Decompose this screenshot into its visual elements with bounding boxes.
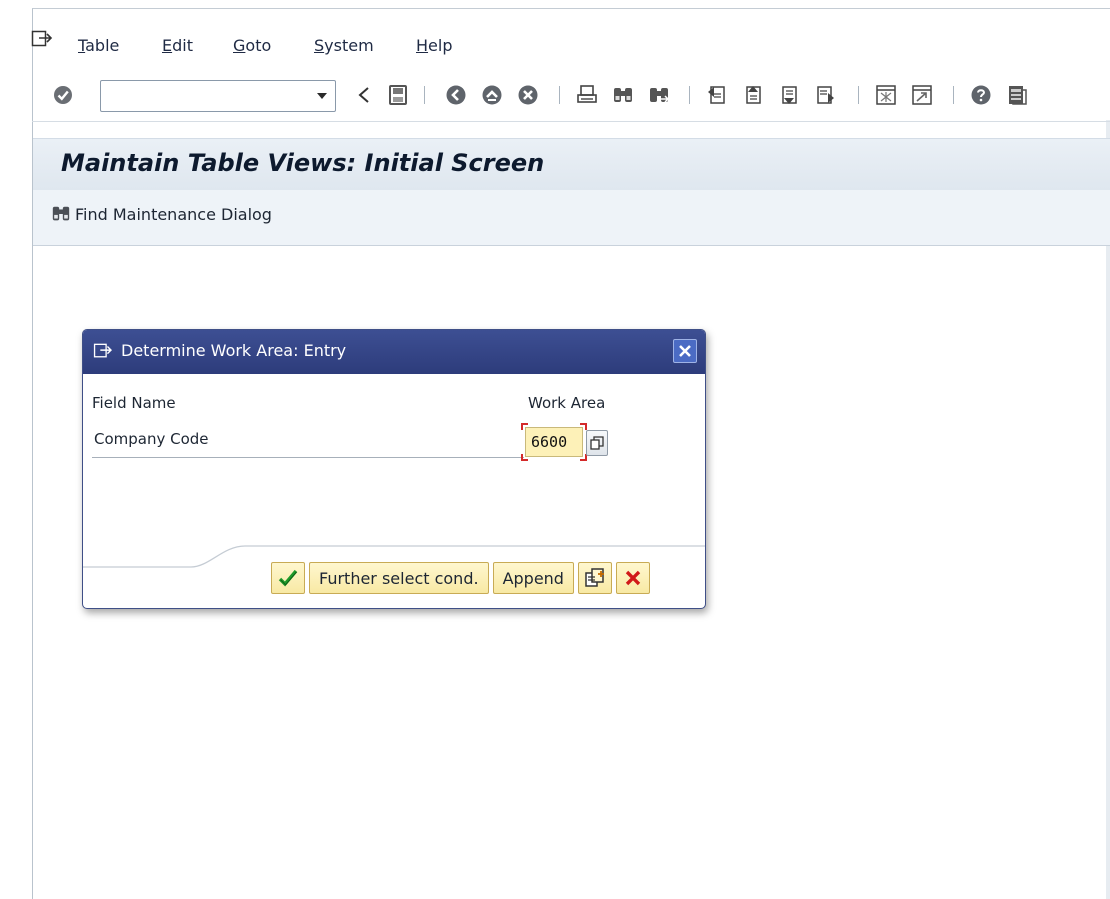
chevron-down-icon[interactable]	[317, 93, 327, 99]
field-underline	[92, 457, 524, 458]
cancel-icon[interactable]	[517, 84, 539, 106]
work-area-dialog: Determine Work Area: Entry Field Name Wo…	[82, 329, 706, 609]
work-area-field[interactable]	[525, 427, 583, 457]
append-button[interactable]: Append	[492, 562, 574, 594]
dialog-menu-icon[interactable]	[93, 343, 113, 359]
field-name-header: Field Name	[92, 394, 176, 412]
find-maintenance-dialog-button[interactable]: Find Maintenance Dialog	[51, 204, 272, 224]
menu-goto[interactable]: Goto	[233, 36, 271, 55]
further-select-cond-button[interactable]: Further select cond.	[309, 562, 489, 594]
screen-title-bar: Maintain Table Views: Initial Screen	[33, 138, 1110, 190]
dialog-header: Determine Work Area: Entry	[83, 330, 705, 374]
find-icon[interactable]	[612, 84, 634, 106]
toolbar-separator	[689, 86, 690, 104]
system-menu-icon[interactable]	[31, 30, 53, 48]
company-code-input[interactable]	[526, 428, 582, 456]
value-help-button[interactable]	[586, 430, 608, 456]
previous-page-icon[interactable]	[742, 84, 764, 106]
page-title: Maintain Table Views: Initial Screen	[61, 149, 545, 177]
back-nav-icon[interactable]	[445, 84, 467, 106]
new-entries-button[interactable]	[577, 562, 612, 594]
menu-table[interactable]: Table	[78, 36, 119, 55]
toolbar-separator	[559, 86, 560, 104]
exit-icon[interactable]	[481, 84, 503, 106]
close-icon	[679, 345, 691, 357]
back-icon[interactable]	[354, 84, 376, 106]
print-icon[interactable]	[576, 84, 598, 106]
enter-icon[interactable]	[52, 84, 74, 106]
checkmark-icon	[278, 569, 298, 587]
save-icon[interactable]	[387, 84, 409, 106]
confirm-button[interactable]	[271, 562, 305, 594]
work-area-header: Work Area	[528, 394, 606, 412]
help-icon[interactable]	[970, 84, 992, 106]
command-field[interactable]	[100, 80, 336, 112]
copy-icon	[590, 436, 604, 450]
layout-icon[interactable]	[1006, 84, 1028, 106]
company-code-label: Company Code	[94, 430, 209, 448]
menu-system[interactable]: System	[314, 36, 374, 55]
toolbar-separator	[858, 86, 859, 104]
last-page-icon[interactable]	[814, 84, 836, 106]
next-page-icon[interactable]	[778, 84, 800, 106]
menu-edit[interactable]: Edit	[162, 36, 193, 55]
dialog-button-row: Further select cond. Append	[271, 562, 650, 594]
focus-corner	[521, 454, 528, 461]
dialog-close-button[interactable]	[673, 339, 697, 363]
create-session-icon[interactable]	[875, 84, 897, 106]
command-input[interactable]	[101, 81, 301, 111]
find-maintenance-dialog-label: Find Maintenance Dialog	[75, 204, 272, 224]
dialog-title: Determine Work Area: Entry	[121, 341, 347, 360]
new-entry-icon	[585, 568, 604, 587]
cancel-x-icon	[625, 570, 641, 586]
focus-corner	[521, 423, 528, 430]
focus-corner	[580, 423, 587, 430]
toolbar-separator	[953, 86, 954, 104]
menu-help[interactable]: Help	[416, 36, 452, 55]
first-page-icon[interactable]	[706, 84, 728, 106]
toolbar-separator	[424, 86, 425, 104]
cancel-button[interactable]	[615, 562, 650, 594]
find-next-icon[interactable]	[648, 84, 670, 106]
application-toolbar: Find Maintenance Dialog	[33, 190, 1110, 246]
binoculars-icon	[52, 206, 70, 221]
shortcut-icon[interactable]	[911, 84, 933, 106]
